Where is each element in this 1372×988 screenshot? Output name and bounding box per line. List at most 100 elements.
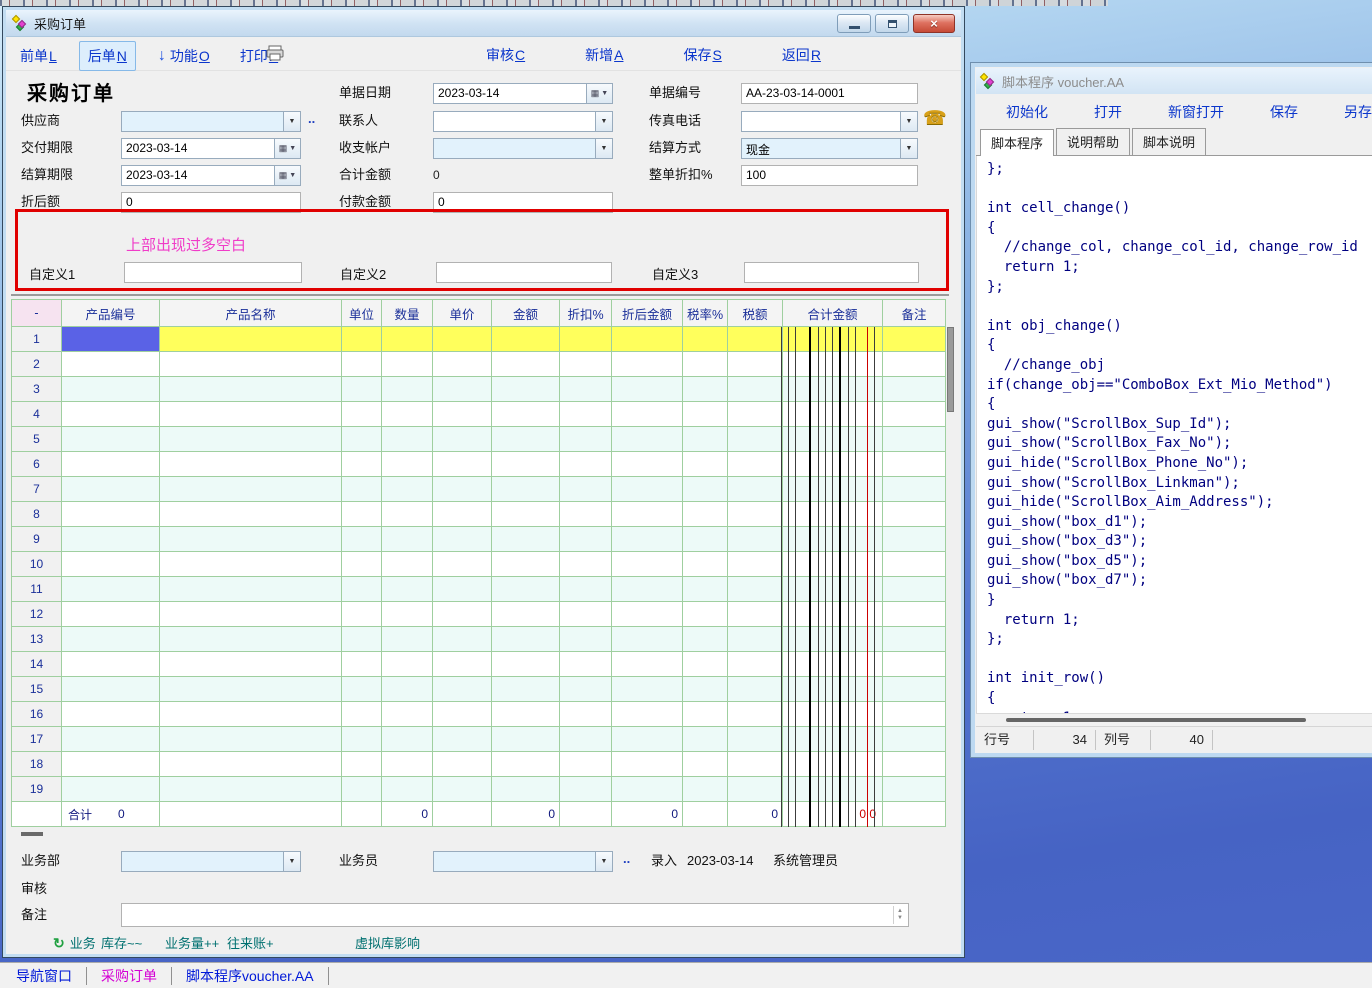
- grid-cell[interactable]: [683, 402, 728, 427]
- grid-cell[interactable]: [728, 777, 783, 802]
- grid-cell[interactable]: [883, 702, 946, 727]
- grid-cell[interactable]: [883, 452, 946, 477]
- grid-cell[interactable]: [883, 352, 946, 377]
- grid-cell[interactable]: [612, 402, 683, 427]
- grid-cell[interactable]: [160, 727, 342, 752]
- grid-cell[interactable]: [612, 527, 683, 552]
- script-toolbar-button-2[interactable]: 打开: [1094, 102, 1122, 122]
- grid-cell[interactable]: [492, 452, 560, 477]
- script-toolbar-button-4[interactable]: 保存: [1270, 102, 1298, 122]
- grid-cell[interactable]: [342, 352, 382, 377]
- grid-cell[interactable]: [492, 502, 560, 527]
- grid-cell[interactable]: [612, 577, 683, 602]
- row-number-cell[interactable]: 4: [12, 402, 62, 427]
- grid-cell[interactable]: [728, 477, 783, 502]
- tab-脚本说明[interactable]: 脚本说明: [1132, 128, 1206, 155]
- code-editor[interactable]: }; int cell_change(){ //change_col, chan…: [976, 156, 1372, 713]
- grid-cell[interactable]: [783, 777, 883, 802]
- footer-link-4[interactable]: 往来账+: [227, 933, 274, 952]
- grid-cell[interactable]: [560, 377, 612, 402]
- grid-cell[interactable]: [560, 477, 612, 502]
- grid-cell[interactable]: [433, 502, 492, 527]
- grid-cell[interactable]: [62, 627, 160, 652]
- grid-cell[interactable]: [433, 477, 492, 502]
- title-bar[interactable]: 采购订单 ×: [6, 10, 961, 37]
- grid-cell[interactable]: [683, 352, 728, 377]
- grid-cell[interactable]: [160, 552, 342, 577]
- fax-combo[interactable]: ▼: [741, 111, 918, 132]
- chevron-down-icon[interactable]: ▼: [900, 139, 917, 158]
- row-number-cell[interactable]: 13: [12, 627, 62, 652]
- grid-cell[interactable]: [612, 652, 683, 677]
- taskbar-item-3[interactable]: 脚本程序voucher.AA: [178, 966, 322, 986]
- row-number-cell[interactable]: 9: [12, 527, 62, 552]
- grid-cell[interactable]: [728, 527, 783, 552]
- tab-说明帮助[interactable]: 说明帮助: [1056, 128, 1130, 155]
- grid-cell[interactable]: [342, 452, 382, 477]
- grid-cell[interactable]: [612, 452, 683, 477]
- grid-cell[interactable]: [883, 402, 946, 427]
- grid-cell[interactable]: [683, 552, 728, 577]
- grid-cell[interactable]: [492, 377, 560, 402]
- grid-cell[interactable]: [342, 552, 382, 577]
- grid-cell[interactable]: [560, 677, 612, 702]
- grid-cell[interactable]: [342, 402, 382, 427]
- grid-cell[interactable]: [683, 577, 728, 602]
- horizontal-scrollbar[interactable]: [976, 713, 1372, 726]
- row-number-cell[interactable]: 16: [12, 702, 62, 727]
- grid-cell[interactable]: [783, 627, 883, 652]
- grid-cell[interactable]: [160, 452, 342, 477]
- grid-cell[interactable]: [382, 577, 433, 602]
- grid-cell[interactable]: [160, 602, 342, 627]
- grid-cell[interactable]: [560, 452, 612, 477]
- grid-cell[interactable]: [783, 452, 883, 477]
- grid-cell[interactable]: [62, 352, 160, 377]
- grid-cell[interactable]: [612, 352, 683, 377]
- grid-cell[interactable]: [342, 752, 382, 777]
- grid-cell[interactable]: [883, 652, 946, 677]
- grid-cell[interactable]: [612, 477, 683, 502]
- taskbar-item-2[interactable]: 采购订单: [93, 966, 165, 986]
- grid-cell[interactable]: [62, 577, 160, 602]
- grid-cell[interactable]: [382, 627, 433, 652]
- grid-cell[interactable]: [342, 677, 382, 702]
- grid-cell[interactable]: [62, 452, 160, 477]
- grid-cell[interactable]: [560, 652, 612, 677]
- grid-cell[interactable]: [612, 677, 683, 702]
- grid-cell[interactable]: [342, 652, 382, 677]
- grid-cell[interactable]: [342, 702, 382, 727]
- grid-cell[interactable]: [783, 377, 883, 402]
- minimize-button[interactable]: [837, 14, 871, 33]
- grid-cell[interactable]: [560, 527, 612, 552]
- grid-cell[interactable]: [683, 702, 728, 727]
- row-number-cell[interactable]: 17: [12, 727, 62, 752]
- grid-cell[interactable]: [382, 602, 433, 627]
- grid-cell[interactable]: [492, 577, 560, 602]
- grid-cell[interactable]: [342, 377, 382, 402]
- grid-cell[interactable]: [433, 427, 492, 452]
- grid-cell[interactable]: [612, 602, 683, 627]
- grid-cell[interactable]: [160, 402, 342, 427]
- grid-cell[interactable]: [883, 552, 946, 577]
- grid-cell[interactable]: [62, 527, 160, 552]
- grid-cell[interactable]: [62, 777, 160, 802]
- grid-cell[interactable]: [783, 327, 883, 352]
- grid-cell[interactable]: [783, 727, 883, 752]
- grid-cell[interactable]: [683, 427, 728, 452]
- grid-cell[interactable]: [683, 377, 728, 402]
- grid-cell[interactable]: [728, 577, 783, 602]
- grid-cell[interactable]: [382, 402, 433, 427]
- toolbar-button-R[interactable]: 返回R: [774, 41, 829, 69]
- grid-scrollbar[interactable]: [947, 326, 955, 798]
- clerk-more-button[interactable]: ..: [623, 851, 630, 871]
- grid-cell[interactable]: [160, 327, 342, 352]
- grid-cell[interactable]: [342, 427, 382, 452]
- chevron-down-icon[interactable]: ▼: [595, 139, 612, 158]
- grid-cell[interactable]: [883, 577, 946, 602]
- grid-cell[interactable]: [382, 777, 433, 802]
- grid-cell[interactable]: [612, 727, 683, 752]
- grid-cell[interactable]: [62, 377, 160, 402]
- scrollbar-handle[interactable]: [947, 327, 954, 412]
- grid-cell[interactable]: [342, 477, 382, 502]
- grid-cell[interactable]: [492, 402, 560, 427]
